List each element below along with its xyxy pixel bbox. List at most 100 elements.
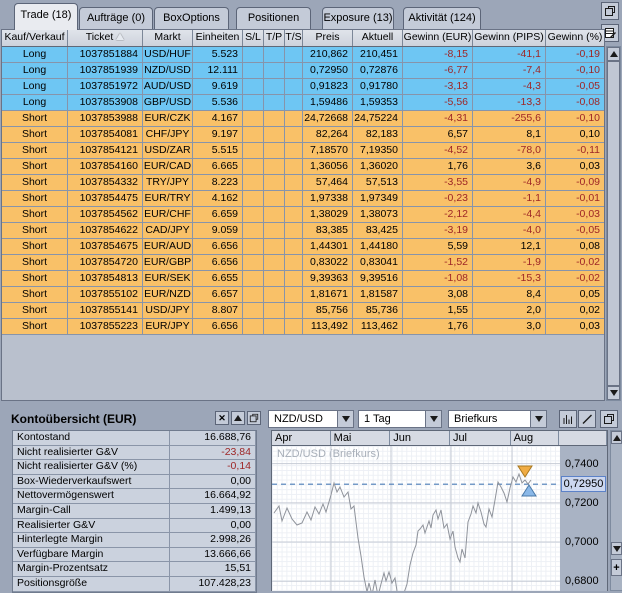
tab-trade-18[interactable]: Trade (18) [14, 3, 78, 30]
column-header-aktuell[interactable]: Aktuell [353, 30, 403, 46]
account-row-box-wiederverkaufswert[interactable]: Box-Wiederverkaufswert0,00 [13, 475, 256, 490]
account-row-nicht-realisierter-g-v[interactable]: Nicht realisierter G&V (%)-0,14 [13, 460, 256, 475]
chart-scrollbar[interactable]: + [610, 430, 622, 591]
detach-chart-button[interactable] [600, 410, 618, 428]
scroll-down-button[interactable] [607, 386, 620, 400]
trade-cell: 0,02 [546, 303, 605, 319]
account-row-nicht-realisierter-g-v[interactable]: Nicht realisierter G&V-23,84 [13, 446, 256, 461]
trade-row-1037851939[interactable]: Long1037851939NZD/USD12.1110,729500,7287… [2, 63, 604, 79]
buy-marker-icon[interactable] [522, 485, 536, 496]
tab-auftr-ge-0[interactable]: Aufträge (0) [79, 7, 153, 29]
trade-row-1037854675[interactable]: Short1037854675EUR/AUD6.6561,443011,4418… [2, 239, 604, 255]
scroll-up-button[interactable] [611, 431, 622, 444]
combo-arrow-button[interactable] [530, 411, 546, 427]
trade-row-1037854720[interactable]: Short1037854720EUR/GBP6.6560,830220,8304… [2, 255, 604, 271]
trade-row-1037854813[interactable]: Short1037854813EUR/SEK6.6559,393639,3951… [2, 271, 604, 287]
trade-cell [264, 63, 285, 79]
column-header-gewinn-pips[interactable]: Gewinn (PIPS) [473, 30, 546, 46]
combo-arrow-button[interactable] [337, 411, 353, 427]
chart-plot-area[interactable]: NZD/USD (Briefkurs) [271, 446, 560, 591]
trade-row-1037853908[interactable]: Long1037853908GBP/USD5.5361,594861,59353… [2, 95, 604, 111]
column-header-einheiten[interactable]: Einheiten [193, 30, 243, 46]
scroll-down-button[interactable] [611, 542, 622, 555]
account-row-realisierter-g-v[interactable]: Realisierter G&V0,00 [13, 519, 256, 534]
trade-row-1037854081[interactable]: Short1037854081CHF/JPY9.19782,26482,1836… [2, 127, 604, 143]
tab-exposure-13[interactable]: Exposure (13) [322, 7, 394, 29]
column-header-s-l[interactable]: S/L [243, 30, 264, 46]
combo-arrow-button[interactable] [425, 411, 441, 427]
symbol-select-value: NZD/USD [269, 411, 337, 427]
trade-cell: -0,05 [546, 223, 605, 239]
trade-cell: -4,0 [473, 223, 546, 239]
trade-row-1037854121[interactable]: Short1037854121USD/ZAR5.5157,185707,1935… [2, 143, 604, 159]
trade-cell [264, 191, 285, 207]
trade-row-1037854622[interactable]: Short1037854622CAD/JPY9.05983,38583,425-… [2, 223, 604, 239]
column-header-ticket[interactable]: Ticket [68, 30, 143, 46]
draw-line-button[interactable] [578, 410, 596, 428]
trade-cell: 8.807 [193, 303, 243, 319]
scroll-up-button[interactable] [607, 47, 620, 61]
trade-cell [285, 111, 303, 127]
trade-cell: EUR/CHF [143, 207, 193, 223]
trade-row-1037854332[interactable]: Short1037854332TRY/JPY8.22357,46457,513-… [2, 175, 604, 191]
trade-row-1037854562[interactable]: Short1037854562EUR/CHF6.6591,380291,3807… [2, 207, 604, 223]
trade-cell [243, 319, 264, 335]
column-header-gewinn-eur[interactable]: Gewinn (EUR) [403, 30, 473, 46]
triangle-down-icon [613, 546, 621, 552]
account-row-value: 0,00 [170, 475, 256, 490]
column-header-markt[interactable]: Markt [143, 30, 193, 46]
trade-cell: 6.655 [193, 271, 243, 287]
chart-price-axis: 0,74000,729500,72000,70000,6800 [560, 446, 608, 591]
trade-row-1037854160[interactable]: Short1037854160EUR/CAD6.6651,360561,3602… [2, 159, 604, 175]
trade-row-1037851884[interactable]: Long1037851884USD/HUF5.523210,862210,451… [2, 47, 604, 63]
detach-panel-button[interactable] [247, 411, 261, 425]
column-header-t-p[interactable]: T/P [264, 30, 285, 46]
trade-cell: 4.162 [193, 191, 243, 207]
zoom-in-button[interactable]: + [611, 559, 622, 576]
period-select[interactable]: 1 Tag [358, 410, 442, 428]
bar-chart-icon [562, 413, 574, 425]
account-row-hinterlegte-margin[interactable]: Hinterlegte Margin2.998,26 [13, 533, 256, 548]
price-tick-label: 0,7200 [565, 497, 599, 509]
account-row-kontostand[interactable]: Kontostand16.688,76 [13, 431, 256, 446]
trade-cell: 6.656 [193, 239, 243, 255]
sell-marker-icon[interactable] [518, 466, 532, 477]
trade-row-1037854475[interactable]: Short1037854475EUR/TRY4.1621,973381,9734… [2, 191, 604, 207]
price-type-select[interactable]: Briefkurs [448, 410, 547, 428]
tab-boxoptions-0[interactable]: BoxOptions (0) [154, 7, 229, 29]
trade-cell: 1037854160 [68, 159, 143, 175]
account-row-margin-prozentsatz[interactable]: Margin-Prozentsatz15,51 [13, 562, 256, 577]
collapse-panel-button[interactable] [231, 411, 245, 425]
trade-cell: USD/JPY [143, 303, 193, 319]
trade-cell: -0,05 [546, 79, 605, 95]
trade-row-1037855102[interactable]: Short1037855102EUR/NZD6.6571,816711,8158… [2, 287, 604, 303]
trade-cell: -4,52 [403, 143, 473, 159]
trade-row-1037855223[interactable]: Short1037855223EUR/JPY6.656113,492113,46… [2, 319, 604, 335]
account-row-nettoverm-genswert[interactable]: Nettovermögenswert16.664,92 [13, 489, 256, 504]
account-row-positionsgr-e[interactable]: Positionsgröße107.428,23 [13, 577, 256, 592]
tab-aktivit-t-124[interactable]: Aktivität (124) [403, 7, 481, 29]
close-panel-button[interactable]: ✕ [215, 411, 229, 425]
trade-cell: 1037854081 [68, 127, 143, 143]
trades-scrollbar[interactable] [606, 46, 621, 401]
trade-row-1037855141[interactable]: Short1037855141USD/JPY8.80785,75685,7361… [2, 303, 604, 319]
scrollbar-thumb[interactable] [607, 61, 620, 386]
trading-app-window: { "colors": { "long_row": "#6ec6f3", "sh… [0, 0, 622, 591]
column-header-preis[interactable]: Preis [303, 30, 353, 46]
detach-window-button[interactable] [601, 2, 619, 20]
trade-cell [285, 159, 303, 175]
account-panel-title: Kontoübersicht (EUR) [11, 412, 136, 426]
column-header-kauf-verkauf[interactable]: Kauf/Verkauf [2, 30, 68, 46]
chart-type-button[interactable] [559, 410, 577, 428]
column-header-gewinn[interactable]: Gewinn (%) [546, 30, 605, 46]
trade-row-1037851972[interactable]: Long1037851972AUD/USD9.6190,918230,91780… [2, 79, 604, 95]
column-header-t-s[interactable]: T/S [285, 30, 303, 46]
tab-positionen-18[interactable]: Positionen (18) [236, 7, 311, 29]
trade-cell: 0,05 [546, 287, 605, 303]
symbol-select[interactable]: NZD/USD [268, 410, 354, 428]
trade-cell: -0,02 [546, 271, 605, 287]
account-row-verf-gbare-margin[interactable]: Verfügbare Margin13.666,66 [13, 548, 256, 563]
current-price-label: 0,72950 [561, 476, 606, 492]
account-row-margin-call[interactable]: Margin-Call1.499,13 [13, 504, 256, 519]
trade-row-1037853988[interactable]: Short1037853988EUR/CZK4.16724,7266824,75… [2, 111, 604, 127]
